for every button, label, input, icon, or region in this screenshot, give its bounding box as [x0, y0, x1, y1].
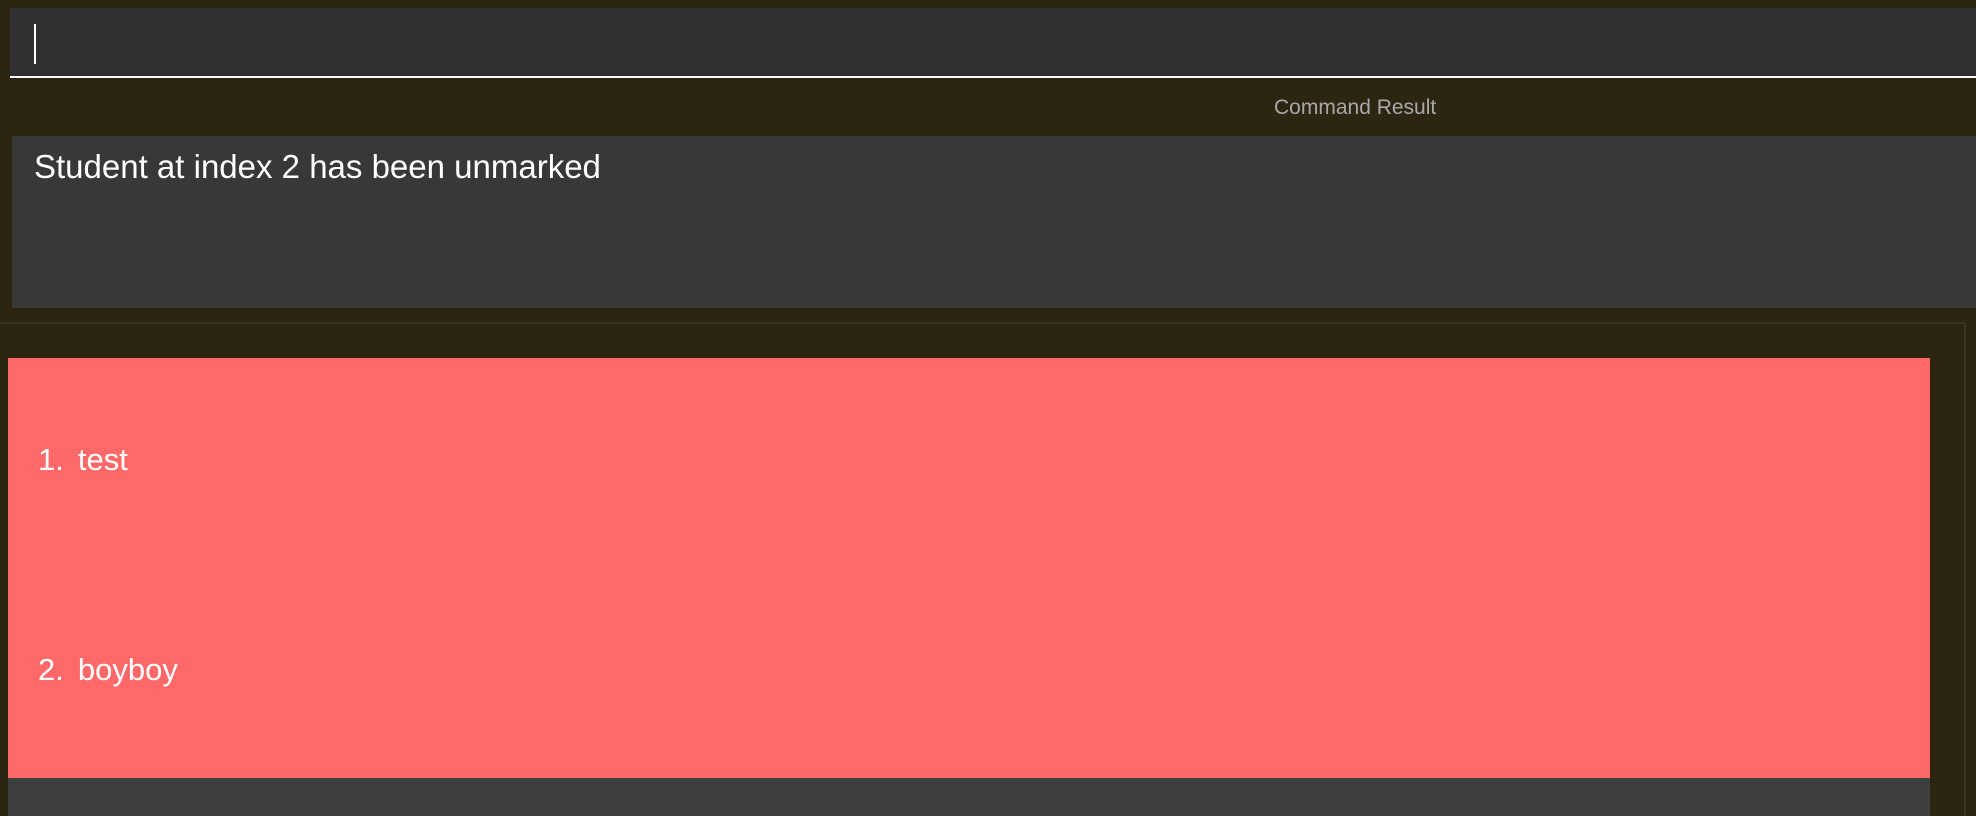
student-entry: 2. boyboy	[38, 652, 178, 688]
command-result-display[interactable]: Student at index 2 has been unmarked	[12, 136, 1976, 308]
app-window: Command Result Student at index 2 has be…	[0, 0, 1976, 816]
student-entry: 1. test	[38, 442, 128, 478]
command-result-message: Student at index 2 has been unmarked	[34, 148, 601, 185]
student-name: boyboy	[77, 652, 178, 687]
command-result-label: Command Result	[1274, 96, 1437, 119]
student-list-panel: 1. test 2. boyboy	[0, 322, 1966, 816]
student-list-item[interactable]: 2. boyboy	[8, 568, 1930, 778]
student-list[interactable]: 1. test 2. boyboy	[8, 358, 1930, 816]
student-index: 2.	[38, 652, 64, 687]
student-name: test	[77, 442, 128, 477]
student-index: 1.	[38, 442, 64, 477]
student-list-item[interactable]: 1. test	[8, 358, 1930, 568]
command-input[interactable]	[10, 8, 1976, 78]
text-caret	[34, 24, 36, 64]
